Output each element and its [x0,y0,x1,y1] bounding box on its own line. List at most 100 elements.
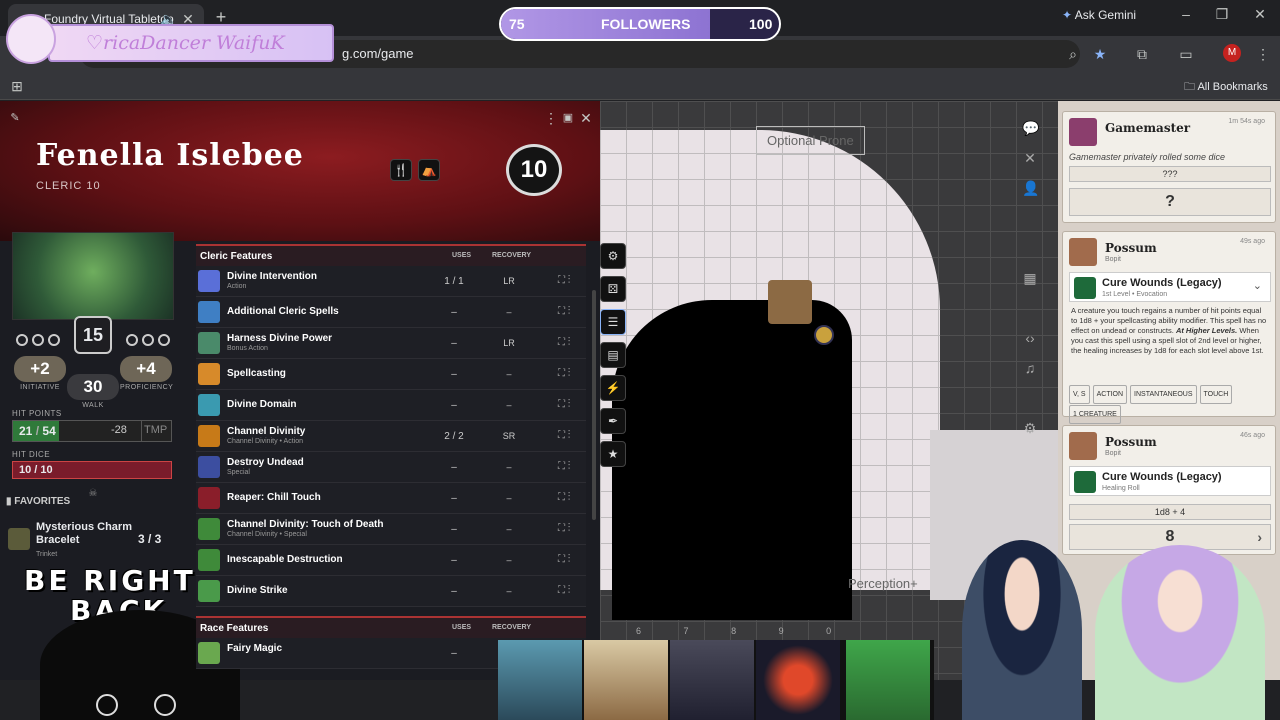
kebab-icon[interactable]: ⋮ [568,585,571,596]
journal-icon[interactable]: ▤ [600,342,626,368]
death-save-dot[interactable] [48,334,60,346]
roll-formula[interactable]: ??? [1069,166,1271,182]
bookmark-star-icon[interactable]: ★ [1091,44,1109,64]
roll-result[interactable]: ? [1069,188,1271,216]
combat-swords-icon[interactable]: ✕ [1022,148,1038,168]
feature-actions[interactable]: ⛶ ⋮ [558,554,570,565]
feature-actions[interactable]: ⛶ ⋮ [558,306,570,317]
kebab-icon[interactable]: ⋮ [568,492,571,503]
feature-actions[interactable]: ⛶ ⋮ [558,399,570,410]
hp-bar[interactable]: 21 / 54 -28 TMP [12,420,172,442]
expand-icon[interactable]: ⛶ [558,368,565,379]
kebab-icon[interactable]: ⋮ [568,554,571,565]
tables-icon[interactable]: ▦ [1022,268,1038,288]
maximize-icon[interactable]: ❐ [1212,6,1232,26]
minimize-icon[interactable]: – [1176,6,1196,26]
death-save-dot[interactable] [158,334,170,346]
map-note[interactable]: Optional Prone [756,126,865,155]
feature-actions[interactable]: ⛶ ⋮ [558,492,570,503]
feature-row[interactable]: Reaper: Chill Touch – – ⛶ ⋮ [196,483,586,514]
feature-row[interactable]: Inescapable Destruction – – ⛶ ⋮ [196,545,586,576]
kebab-icon[interactable]: ⋮ [568,430,571,441]
chevron-down-icon[interactable]: ⌄ [1253,279,1262,292]
feature-actions[interactable]: ⛶ ⋮ [558,275,570,286]
kebab-icon[interactable]: ⋮ [568,337,571,348]
expand-icon[interactable]: ⛶ [558,399,565,410]
music-icon[interactable]: ♫ [1022,358,1038,378]
sheet-config-icon[interactable]: ▣ [562,108,574,128]
dice-tray-icon[interactable]: ⚄ [600,276,626,302]
feature-row[interactable]: Divine Domain – – ⛶ ⋮ [196,390,586,421]
feature-row[interactable]: Channel Divinity Channel Divinity • Actio… [196,421,586,452]
feature-actions[interactable]: ⛶ ⋮ [558,368,570,379]
feature-actions[interactable]: ⛶ ⋮ [558,585,570,596]
feature-actions[interactable]: ⛶ ⋮ [558,430,570,441]
favorite-item[interactable]: Mysterious Charm Bracelet Trinket [36,521,136,561]
sheet-close-icon[interactable]: ✕ [580,108,592,128]
feature-row[interactable]: Channel Divinity: Touch of Death Channel … [196,514,586,545]
feature-row[interactable]: Additional Cleric Spells – – ⛶ ⋮ [196,297,586,328]
expand-icon[interactable]: ⛶ [558,337,565,348]
feature-actions[interactable]: ⛶ ⋮ [558,523,570,534]
sheet-edit-icon[interactable]: ✎ [8,108,22,128]
expand-icon[interactable]: ⛶ [558,275,565,286]
death-save-dot[interactable] [142,334,154,346]
expand-icon[interactable]: ⛶ [558,461,565,472]
actors-icon[interactable]: 👤 [1022,178,1039,198]
tent-icon[interactable]: ⛺ [418,159,440,181]
feature-row[interactable]: Destroy Undead Special – – ⛶ ⋮ [196,452,586,483]
feature-row[interactable]: Divine Intervention Action 1 / 1 LR ⛶ ⋮ [196,266,586,297]
expand-icon[interactable]: ⛶ [558,492,565,503]
death-save-dot[interactable] [32,334,44,346]
features-scrollbar[interactable] [592,290,596,520]
macros-code-icon[interactable]: ‹› [1022,328,1038,348]
star-icon[interactable]: ★ [600,441,626,467]
zoom-icon[interactable]: ⌕ [1064,44,1082,64]
apps-grid-icon[interactable]: ⊞ [8,76,26,96]
map-note[interactable]: Perception+ [838,570,928,597]
feature-row[interactable]: Spellcasting – – ⛶ ⋮ [196,359,586,390]
feature-actions[interactable]: ⛶ ⋮ [558,461,570,472]
eagle-token[interactable] [768,280,812,324]
rest-icon[interactable]: 🍴 [390,159,412,181]
kebab-icon[interactable]: ⋮ [568,306,571,317]
sheet-menu-icon[interactable]: ⋮ [544,108,558,128]
kebab-icon[interactable]: ⋮ [568,275,571,286]
expand-icon[interactable]: ⛶ [558,554,565,565]
extensions-icon[interactable]: ⧉ [1133,44,1151,64]
expand-icon[interactable]: ⛶ [558,430,565,441]
spell-card-header[interactable]: Cure Wounds (Legacy) 1st Level • Evocati… [1069,272,1271,302]
character-portrait[interactable] [12,232,174,320]
kebab-icon[interactable]: ⋮ [568,368,571,379]
spell-card-header[interactable]: Cure Wounds (Legacy) Healing Roll [1069,466,1271,496]
expand-icon[interactable]: ⛶ [558,306,565,317]
kebab-icon[interactable]: ⋮ [568,461,571,472]
death-save-dot[interactable] [16,334,28,346]
kebab-icon[interactable]: ⋮ [568,523,571,534]
roll-formula[interactable]: 1d8 + 4 [1069,504,1271,520]
all-bookmarks-button[interactable]: 🗀 All Bookmarks [1184,78,1268,97]
expand-icon[interactable]: ⛶ [558,523,565,534]
cast-icon[interactable]: ▭ [1177,44,1195,64]
menu-kebab-icon[interactable]: ⋮ [1256,44,1270,64]
feature-actions[interactable]: ⛶ ⋮ [558,337,570,348]
chat-bubble-icon[interactable]: 💬 [1022,118,1039,138]
ask-gemini-button[interactable]: ✦ Ask Gemini [1062,8,1152,28]
window-close-icon[interactable]: ✕ [1250,6,1270,26]
player-token[interactable] [814,325,834,345]
feather-icon[interactable]: ✒ [600,408,626,434]
hp-temp-field[interactable]: TMP [141,421,172,441]
kebab-icon[interactable]: ⋮ [568,399,571,410]
cog-icon[interactable]: ⚙ [1022,418,1038,438]
list-icon[interactable]: ☰ [600,309,626,335]
settings-gear-icon[interactable]: ⚙ [600,243,626,269]
chevron-right-icon[interactable]: › [1257,525,1262,549]
feature-row[interactable]: Divine Strike – – ⛶ ⋮ [196,576,586,607]
death-save-dot[interactable] [126,334,138,346]
lightning-icon[interactable]: ⚡ [600,375,626,401]
feature-row[interactable]: Harness Divine Power Bonus Action – LR ⛶ ⋮ [196,328,586,359]
initiative-stat[interactable]: +2 INITIATIVE [14,356,66,391]
expand-icon[interactable]: ⛶ [558,585,565,596]
hit-dice-value[interactable]: 10 / 10 [12,461,172,479]
profile-avatar[interactable]: M [1223,44,1241,62]
